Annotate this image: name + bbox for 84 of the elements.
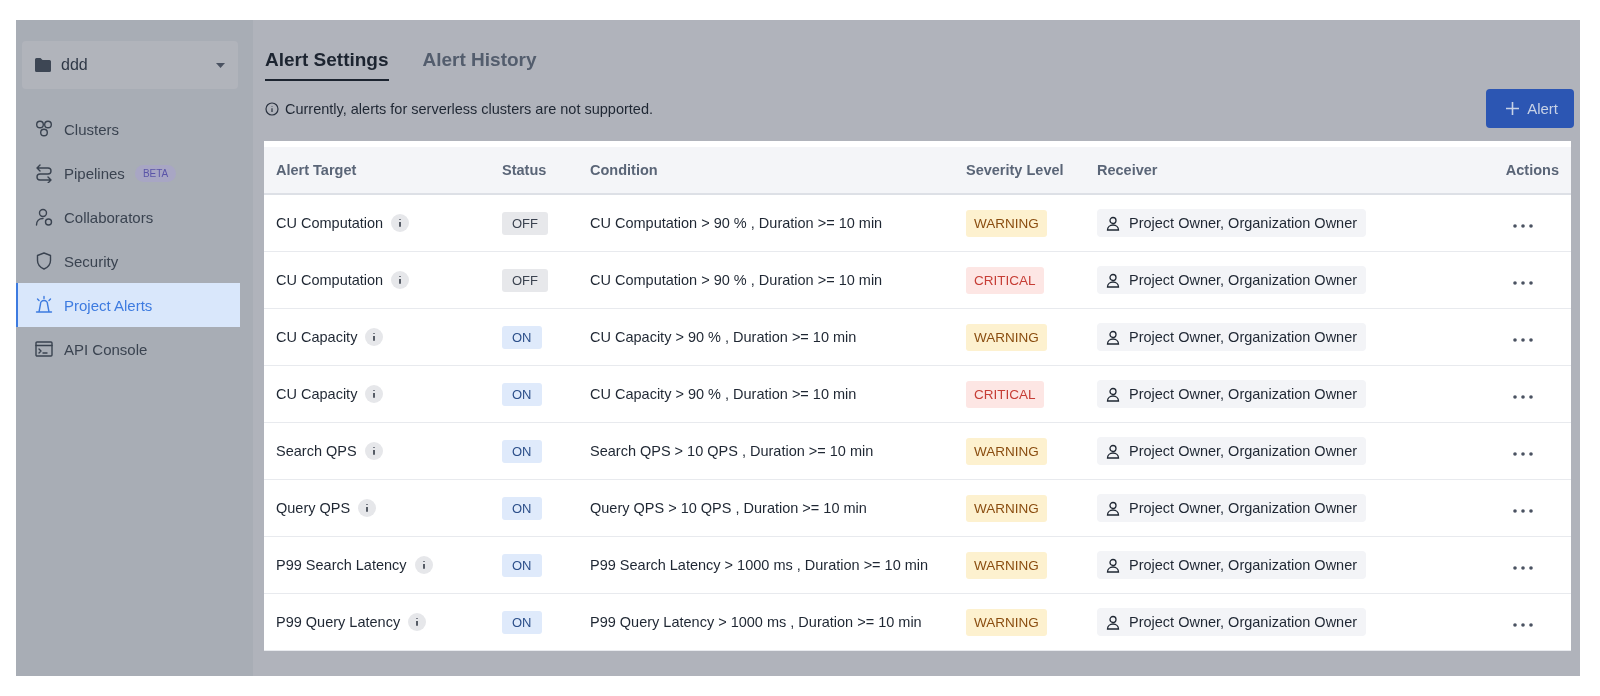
terminal-icon <box>34 339 54 359</box>
condition-text: CU Capacity > 90 % , Duration >= 10 min <box>590 386 858 402</box>
status-tag: ON <box>502 439 542 463</box>
swap-arrows-icon <box>34 163 54 183</box>
condition-text: P99 Query Latency > 1000 ms , Duration >= 10 min <box>590 614 923 630</box>
user-icon <box>34 207 54 227</box>
column-header: Condition <box>590 162 659 178</box>
receiver-tag: Project Owner, Organization Owner <box>1097 551 1367 579</box>
info-icon[interactable] <box>391 214 410 232</box>
add-alert-button[interactable]: Alert <box>1486 89 1574 128</box>
info-icon[interactable] <box>358 499 377 517</box>
column-header: Severity Level <box>966 162 1065 178</box>
info-icon[interactable] <box>414 556 433 574</box>
column-header: Receiver <box>1097 162 1159 178</box>
target-text: Query QPS <box>276 500 351 516</box>
target-text: CU Capacity <box>276 329 358 345</box>
beta-badge: BETA <box>134 164 177 182</box>
person-icon <box>1106 272 1120 288</box>
tab[interactable]: Alert Settings <box>265 49 389 81</box>
circles-icon <box>34 119 54 139</box>
severity-tag: CRITICAL <box>966 266 1044 294</box>
status-tag: ON <box>502 553 542 577</box>
info-icon[interactable] <box>365 385 384 403</box>
target-text: P99 Search Latency <box>276 557 407 573</box>
severity-tag: WARNING <box>966 608 1047 636</box>
status-tag: OFF <box>502 211 548 235</box>
info-icon[interactable] <box>391 271 410 289</box>
alarm-light-icon <box>34 295 54 315</box>
receiver-tag: Project Owner, Organization Owner <box>1097 209 1367 237</box>
caret-icon <box>216 62 225 68</box>
status-tag: ON <box>502 325 542 349</box>
target-text: Search QPS <box>276 443 357 459</box>
target-text: CU Capacity <box>276 386 358 402</box>
info-icon[interactable] <box>364 442 383 460</box>
receiver-tag: Project Owner, Organization Owner <box>1097 323 1367 351</box>
condition-text: Query QPS > 10 QPS , Duration >= 10 min <box>590 500 868 516</box>
sidebar-item[interactable]: API Console <box>16 327 240 371</box>
condition-text: CU Computation > 90 % , Duration >= 10 min <box>590 215 884 231</box>
shield-icon <box>34 251 54 271</box>
person-icon <box>1106 614 1120 630</box>
person-icon <box>1106 500 1120 516</box>
target-text: CU Computation <box>276 272 384 288</box>
sidebar-item[interactable]: Clusters <box>16 107 240 151</box>
info-icon <box>265 101 279 116</box>
info-icon[interactable] <box>408 613 427 631</box>
column-header: Alert Target <box>276 162 358 178</box>
condition-text: Search QPS > 10 QPS , Duration >= 10 min <box>590 443 875 459</box>
target-text: P99 Query Latency <box>276 614 401 630</box>
person-icon <box>1106 329 1120 345</box>
severity-tag: WARNING <box>966 209 1047 237</box>
severity-tag: CRITICAL <box>966 380 1044 408</box>
receiver-tag: Project Owner, Organization Owner <box>1097 380 1367 408</box>
sidebar-item[interactable]: Security <box>16 239 240 283</box>
severity-tag: WARNING <box>966 323 1047 351</box>
person-icon <box>1106 215 1120 231</box>
status-tag: ON <box>502 382 542 406</box>
person-icon <box>1106 557 1120 573</box>
sidebar-item[interactable]: Project Alerts <box>16 283 240 327</box>
column-header: Actions <box>1504 162 1560 178</box>
notice-text: Currently, alerts for serverless clusters are not supported. <box>285 100 653 117</box>
person-icon <box>1106 443 1120 459</box>
severity-tag: WARNING <box>966 551 1047 579</box>
plus-icon <box>1506 102 1520 115</box>
project-selector[interactable]: ddd <box>22 41 238 89</box>
sidebar-item[interactable]: Collaborators <box>16 195 240 239</box>
receiver-tag: Project Owner, Organization Owner <box>1097 437 1367 465</box>
tab[interactable]: Alert History <box>422 49 537 81</box>
receiver-tag: Project Owner, Organization Owner <box>1097 266 1367 294</box>
condition-text: CU Capacity > 90 % , Duration >= 10 min <box>590 329 858 345</box>
status-tag: ON <box>502 610 542 634</box>
condition-text: CU Computation > 90 % , Duration >= 10 min <box>590 272 884 288</box>
status-tag: OFF <box>502 268 548 292</box>
target-text: CU Computation <box>276 215 384 231</box>
receiver-tag: Project Owner, Organization Owner <box>1097 608 1367 636</box>
severity-tag: WARNING <box>966 494 1047 522</box>
condition-text: P99 Search Latency > 1000 ms , Duration >= 10 min <box>590 557 930 573</box>
sidebar-item[interactable]: Pipelines BETA <box>16 151 240 195</box>
info-icon[interactable] <box>365 328 384 346</box>
receiver-tag: Project Owner, Organization Owner <box>1097 494 1367 522</box>
status-tag: ON <box>502 496 542 520</box>
folder-icon <box>35 58 51 72</box>
person-icon <box>1106 386 1120 402</box>
severity-tag: WARNING <box>966 437 1047 465</box>
column-header: Status <box>502 162 548 178</box>
